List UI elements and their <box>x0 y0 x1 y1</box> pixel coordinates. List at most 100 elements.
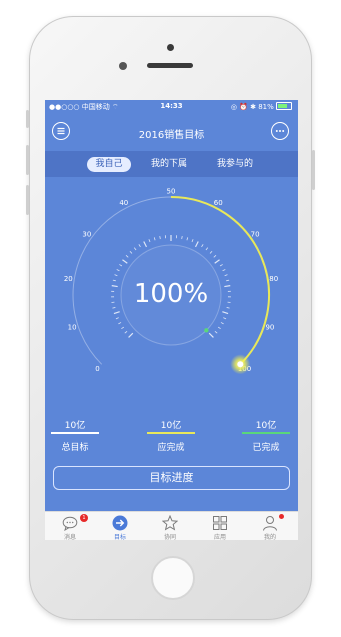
gauge-tick <box>222 311 229 315</box>
stat-completed-label: 已完成 <box>252 443 280 453</box>
star-icon <box>162 515 178 531</box>
gauge-tick <box>113 311 120 315</box>
battery-icon <box>276 102 292 110</box>
app-screen: ●●○○○ 中国移动 ⌔ 14:33 ◎ ⏰ ✱ 81% 2016销售目标 我自… <box>45 100 298 540</box>
power-button <box>312 150 315 190</box>
gauge-tick <box>129 250 133 254</box>
gauge-scale-label: 90 <box>265 324 274 332</box>
gauge-tick <box>121 326 125 330</box>
gauge-scale-label: 0 <box>95 365 99 373</box>
gauge-scale-label: 40 <box>119 199 128 207</box>
gauge-tick <box>224 274 228 277</box>
notification-dot <box>279 514 284 519</box>
gauge-scale-label: 80 <box>269 275 278 283</box>
tabbar-item-apps[interactable]: 应用 <box>195 512 245 540</box>
gauge-tick <box>124 331 128 334</box>
gauge-tick <box>118 322 122 325</box>
gauge-tick <box>119 264 123 267</box>
tab-subordinates[interactable]: 我的下属 <box>143 157 195 172</box>
earpiece-speaker <box>147 63 193 68</box>
gauge-tick <box>133 247 137 251</box>
stat-completed-value: 10亿 <box>255 421 277 431</box>
gauge-tick <box>111 285 118 288</box>
gauge-scale-label: 10 <box>68 324 77 332</box>
gauge-tick <box>138 244 141 248</box>
tab-self[interactable]: 我自己 <box>87 157 131 172</box>
status-right: ◎ ⏰ ✱ 81% <box>231 102 292 111</box>
front-camera <box>167 44 174 51</box>
gauge-tick <box>181 235 183 240</box>
stat-expected-label: 应完成 <box>157 443 185 453</box>
gauge-tick <box>128 332 134 338</box>
gauge-tick <box>194 241 199 248</box>
tabbar-label: 我的 <box>263 534 276 540</box>
gauge-scale-label: 30 <box>82 230 91 238</box>
gauge-inner-dot <box>204 328 209 333</box>
more-button[interactable] <box>271 122 289 140</box>
gauge-tick <box>219 264 223 267</box>
nav-bar: 2016销售目标 <box>45 113 298 151</box>
stat-total-value: 10亿 <box>64 421 86 431</box>
tabbar-item-me[interactable]: 我的 <box>245 512 295 540</box>
gauge-tick <box>217 326 221 330</box>
chat-bubble-icon <box>62 516 78 531</box>
tabbar-label: 协同 <box>163 534 176 540</box>
home-button[interactable] <box>151 556 195 600</box>
gauge-scale-label: 70 <box>251 230 260 238</box>
gauge-tick <box>153 237 156 241</box>
stat-expected-value: 10亿 <box>160 421 182 431</box>
unread-badge: 1 <box>80 514 88 522</box>
gauge-scale-label: 60 <box>214 199 223 207</box>
gauge-tick <box>223 317 227 320</box>
gauge-tick <box>186 237 189 241</box>
tabbar-item-messages[interactable]: 1 消息 <box>45 512 95 540</box>
tabbar-label: 目标 <box>113 534 126 540</box>
status-icons: ◎ ⏰ ✱ 81% <box>230 103 274 111</box>
status-bar: ●●○○○ 中国移动 ⌔ 14:33 ◎ ⏰ ✱ 81% <box>45 100 298 113</box>
volume-down-button <box>26 185 29 215</box>
bottom-tab-bar: 1 消息 目标 协同 应用 我的 <box>45 511 298 540</box>
grid-icon <box>213 516 227 530</box>
gauge-tick <box>209 250 213 254</box>
stat-total-label: 总目标 <box>61 443 89 453</box>
gauge-tick <box>222 269 226 272</box>
more-dots-icon <box>275 130 285 132</box>
gauge-tick <box>148 239 151 243</box>
arrow-circle-icon <box>112 515 128 531</box>
gauge-tick <box>115 317 119 320</box>
tabbar-item-goals[interactable]: 目标 <box>95 512 145 540</box>
gauge-tick <box>226 279 230 282</box>
gauge-scale-label: 50 <box>167 188 176 196</box>
gauge-tick <box>226 307 230 309</box>
gauge-tick <box>205 247 209 251</box>
gauge-tick <box>112 307 116 309</box>
stat-total-line <box>51 432 99 434</box>
volume-up-button <box>26 145 29 175</box>
page-title: 2016销售目标 <box>138 130 205 141</box>
gauge-tick <box>191 239 194 243</box>
tabbar-item-collab[interactable]: 协同 <box>145 512 195 540</box>
gauge-tick <box>143 241 148 248</box>
gauge-end-knob <box>237 361 244 368</box>
stat-expected-line <box>147 432 195 434</box>
gauge-tick <box>112 279 116 282</box>
tab-participating[interactable]: 我参与的 <box>209 157 261 172</box>
segment-tabs: 我自己 我的下属 我参与的 <box>45 151 298 177</box>
target-progress-button[interactable]: 目标进度 <box>53 466 290 490</box>
tabbar-label: 消息 <box>63 534 76 540</box>
gauge-tick <box>116 269 120 272</box>
gauge-tick <box>208 332 214 338</box>
proximity-sensor <box>119 62 127 70</box>
gauge-scale-label: 20 <box>64 275 73 283</box>
gauge-tick <box>122 259 128 264</box>
gauge-tick <box>125 255 129 258</box>
gauge-tick <box>213 255 217 258</box>
target-stats: 10亿 总目标 10亿 应完成 10亿 已完成 <box>45 418 298 460</box>
mute-switch <box>26 110 29 128</box>
gauge-tick <box>201 244 204 248</box>
stat-completed-line <box>242 432 290 434</box>
gauge-tick <box>220 322 224 325</box>
gauge-tick <box>224 285 231 288</box>
tabbar-label: 应用 <box>213 534 226 540</box>
gauge-tick <box>159 235 161 240</box>
